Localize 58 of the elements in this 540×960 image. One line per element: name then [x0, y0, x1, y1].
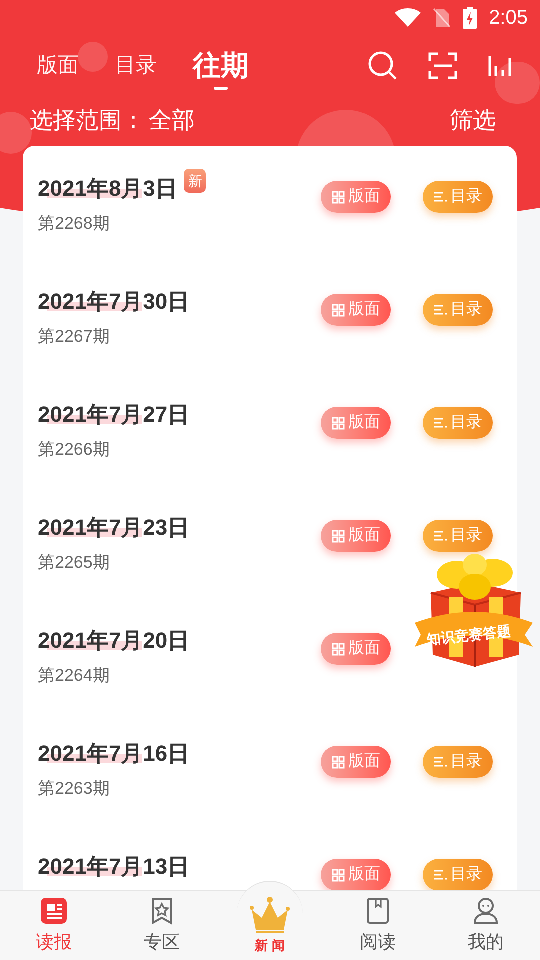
catalog-button[interactable]: 目录: [423, 859, 493, 890]
catalog-button[interactable]: 目录: [423, 181, 493, 213]
nav-item[interactable]: 读报: [0, 891, 108, 960]
layout-button[interactable]: 版面: [321, 294, 391, 326]
bubble-decoration: [0, 112, 32, 154]
layout-button[interactable]: 版面: [321, 520, 391, 552]
search-icon[interactable]: [368, 51, 398, 81]
wifi-icon: [395, 8, 422, 28]
catalog-button[interactable]: 目录: [423, 407, 493, 439]
range-value[interactable]: 全部: [149, 102, 195, 138]
bubble-decoration: [495, 62, 540, 104]
battery-charging-icon: [463, 7, 478, 29]
tab[interactable]: 目录: [115, 40, 157, 92]
catalog-button[interactable]: 目录: [423, 294, 493, 326]
person-icon: [472, 896, 500, 924]
catalog-button[interactable]: 目录: [423, 746, 493, 778]
new-badge: 新: [184, 169, 206, 193]
bar-chart-icon[interactable]: [488, 54, 512, 78]
bubble-decoration: [78, 42, 108, 72]
no-sim-icon: [433, 8, 452, 28]
grid-icon: [332, 530, 344, 542]
layout-button[interactable]: 版面: [321, 859, 391, 890]
nav-item[interactable]: 专区: [108, 891, 216, 960]
grid-icon: [332, 416, 344, 430]
list-icon: [434, 304, 446, 316]
issue-number: 第2264期: [38, 665, 111, 687]
issue-number: 第2265期: [38, 552, 111, 574]
issue-number: 第2267期: [38, 326, 111, 348]
issue-number: 第2268期: [38, 213, 111, 235]
list-icon: [434, 417, 446, 429]
book-icon: [365, 896, 391, 924]
issue-number: 第2263期: [38, 778, 111, 800]
range-label: 选择范围：: [30, 106, 145, 135]
layout-button[interactable]: 版面: [321, 181, 391, 213]
crown-icon: [249, 896, 291, 934]
catalog-button[interactable]: 目录: [423, 520, 493, 552]
list-icon: [434, 869, 446, 881]
bookmark-star-icon: [149, 896, 175, 924]
tab[interactable]: 往期: [193, 40, 249, 92]
grid-icon: [332, 756, 344, 768]
list-icon: [434, 756, 446, 768]
layout-button[interactable]: 版面: [321, 746, 391, 778]
grid-icon: [332, 642, 344, 656]
scan-icon[interactable]: [428, 52, 458, 80]
tab[interactable]: 版面: [37, 40, 79, 92]
grid-icon: [332, 868, 344, 882]
nav-item[interactable]: 阅读: [324, 891, 432, 960]
grid-icon: [332, 190, 344, 204]
nav-item[interactable]: 我的: [432, 891, 540, 960]
newspaper-icon: [39, 896, 69, 924]
layout-button[interactable]: 版面: [321, 633, 391, 665]
clock-time: 2:05: [489, 6, 528, 31]
layout-button[interactable]: 版面: [321, 407, 391, 439]
filter-button[interactable]: 筛选: [450, 102, 496, 138]
list-icon: [434, 530, 446, 542]
issue-number: 第2266期: [38, 439, 111, 461]
list-icon: [434, 191, 446, 203]
grid-icon: [332, 304, 344, 316]
